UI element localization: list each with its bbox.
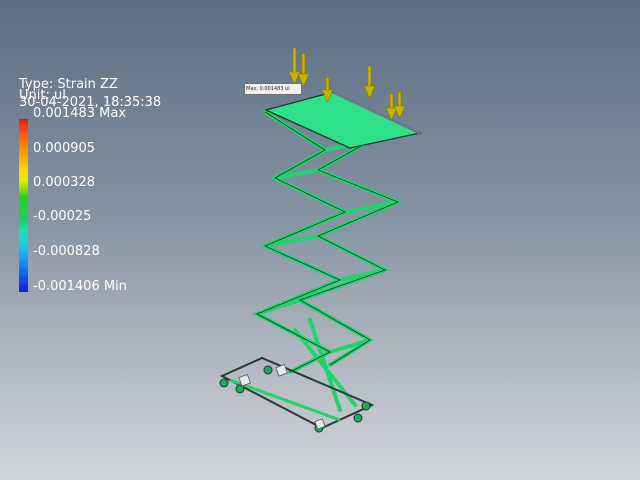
graphics-viewport[interactable]: Type: Strain ZZ Unit: ul 30-04-2021, 18:… — [0, 0, 640, 480]
fixed-constraint-icon — [238, 364, 326, 430]
scissor-lift-model[interactable] — [0, 0, 640, 480]
max-value-probe[interactable]: Max: 0.001483 ul — [244, 83, 302, 95]
